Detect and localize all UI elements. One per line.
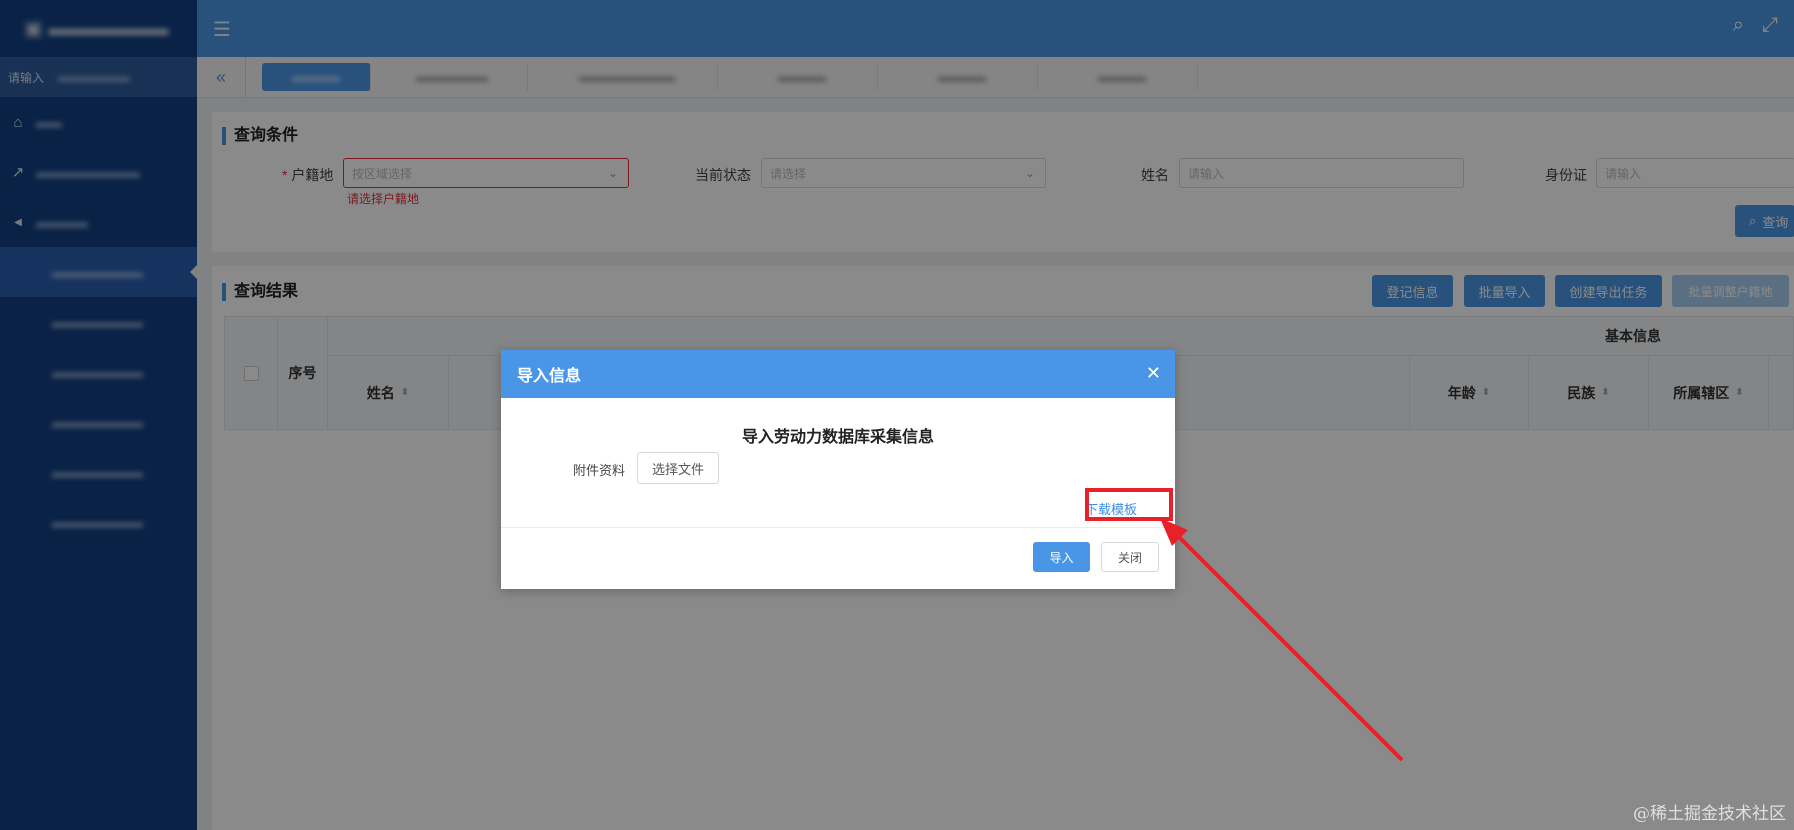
close-button[interactable]: 关闭: [1101, 542, 1159, 572]
import-modal: 导入信息 ✕ 导入劳动力数据库采集信息 附件资料 选择文件 下载模板 导入 关闭: [501, 350, 1175, 589]
watermark: @稀土掘金技术社区: [1633, 804, 1786, 824]
modal-header-title: 导入信息: [517, 368, 582, 385]
modal-divider: [501, 527, 1175, 528]
attachment-label: 附件资料: [573, 463, 626, 478]
import-button[interactable]: 导入: [1033, 542, 1090, 572]
modal-title: 导入劳动力数据库采集信息: [741, 429, 934, 446]
close-icon[interactable]: ✕: [1146, 363, 1161, 384]
annotation-highlight-box: [1085, 488, 1173, 521]
choose-file-button[interactable]: 选择文件: [637, 452, 719, 484]
modal-header: 导入信息 ✕: [501, 350, 1175, 398]
